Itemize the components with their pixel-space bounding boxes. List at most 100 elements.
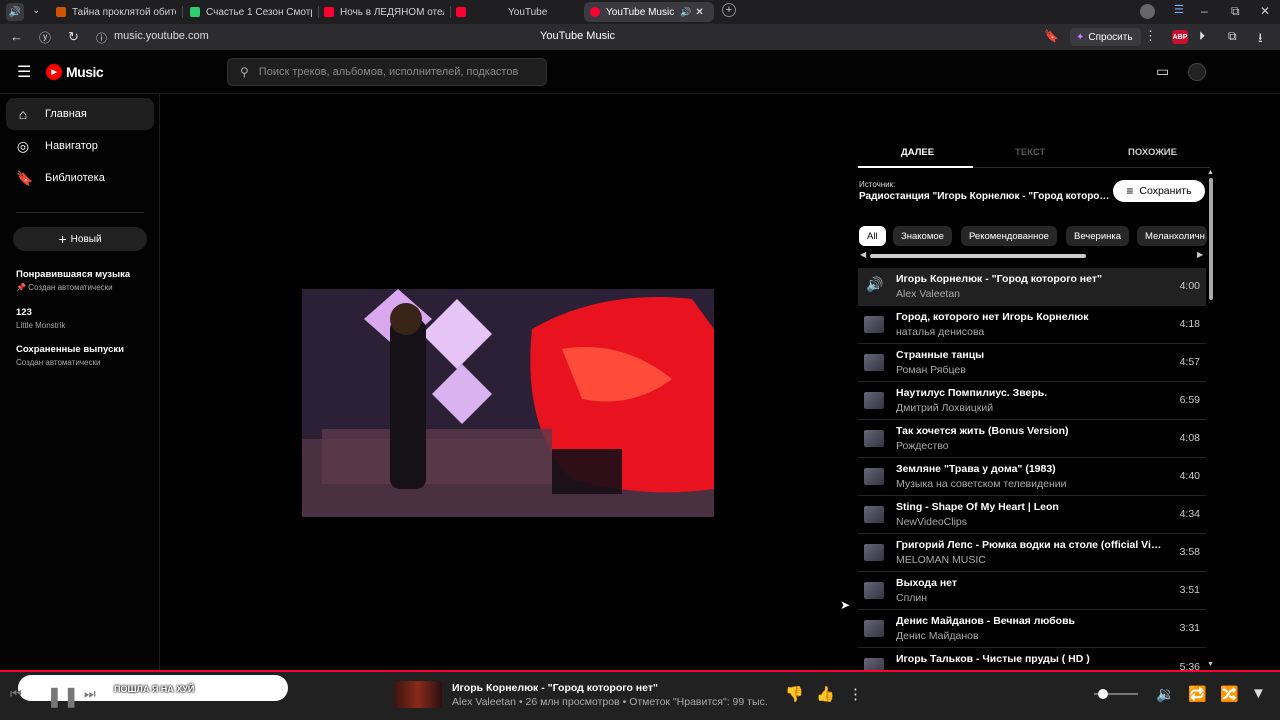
queue-row-duration: 4:34 (1179, 508, 1200, 520)
queue-row-artist: MELOMAN MUSIC (896, 554, 986, 566)
chip-familiar[interactable]: Знакомое (893, 226, 952, 246)
chip-recommended[interactable]: Рекомендованное (961, 226, 1057, 246)
download-icon[interactable]: ⭳ (1258, 29, 1263, 51)
chips-scrollbar[interactable] (870, 254, 1086, 258)
sidebar: ⌂ Главная ◎ Навигатор 🔖 Библиотека + Нов… (0, 94, 160, 670)
bookmarks-icon[interactable]: ☰ (1174, 3, 1184, 16)
queue-row[interactable]: Григорий Лепс - Рюмка водки на столе (of… (858, 534, 1206, 572)
expand-player-icon[interactable]: ▼ (1251, 685, 1266, 702)
account-avatar[interactable] (1188, 63, 1206, 81)
media-icon[interactable]: ⏵ (1199, 29, 1205, 44)
more-icon[interactable]: ⋮ (1144, 28, 1157, 44)
save-button[interactable]: ≡ Сохранить (1113, 180, 1205, 202)
queue-row[interactable]: Так хочется жить (Bonus Version) Рождест… (858, 420, 1206, 458)
playlist-item[interactable]: Понравившаяся музыка 📌 Создан автоматиче… (16, 269, 151, 292)
sidebar-item-home[interactable]: ⌂ Главная (6, 98, 154, 130)
current-track-title[interactable]: Игорь Корнелюк - "Город которого нет" (452, 682, 658, 694)
queue-row[interactable]: Sting - Shape Of My Heart | Leon NewVide… (858, 496, 1206, 534)
url-field[interactable]: music.youtube.com (114, 30, 209, 42)
playlist-item[interactable]: 123 Little Monstrik (16, 307, 151, 330)
queue-row-title: Игорь Тальков - Чистые пруды ( HD ) (896, 653, 1090, 665)
volume-icon[interactable]: 🔉 (1156, 685, 1175, 703)
video-player[interactable] (302, 289, 714, 517)
scroll-down-icon[interactable]: ▼ (1207, 661, 1214, 668)
queue-row[interactable]: Выхода нет Сплин 3:51 (858, 572, 1206, 610)
reload-icon[interactable]: ↻ (68, 29, 79, 45)
sidebar-item-library[interactable]: 🔖 Библиотека (6, 162, 154, 194)
extensions-icon[interactable]: ⧉ (1228, 29, 1237, 44)
ask-button[interactable]: ✦ Спросить (1070, 28, 1141, 46)
like-icon[interactable]: 👍 (816, 685, 835, 703)
queue-row[interactable]: Игорь Тальков - Чистые пруды ( HD ) 5:36 (858, 648, 1206, 670)
scroll-left-icon[interactable]: ◀ (860, 250, 866, 259)
queue-row[interactable]: Денис Майданов - Вечная любовь Денис Май… (858, 610, 1206, 648)
queue-row-duration: 6:59 (1179, 394, 1200, 406)
browser-tab-2[interactable]: Счастье 1 Сезон Смотре (190, 2, 312, 22)
profile-avatar[interactable] (1140, 4, 1155, 19)
queue-scrollbar[interactable] (1209, 178, 1213, 300)
pause-icon[interactable]: ❚❚ (46, 684, 80, 709)
browser-tab-3[interactable]: Ночь в ЛЕДЯНОМ отеле (324, 2, 444, 22)
queue-row-thumbnail (864, 354, 884, 371)
yandex-icon[interactable]: ⓨ (39, 29, 51, 46)
queue-row-thumbnail (864, 316, 884, 333)
previous-track-icon[interactable]: ⏮ (10, 686, 22, 702)
queue-row[interactable]: Наутилус Помпилиус. Зверь. Дмитрий Лохви… (858, 382, 1206, 420)
restore-icon[interactable]: ⧉ (1231, 4, 1240, 19)
queue-row[interactable]: Земляне "Трава у дома" (1983) Музыка на … (858, 458, 1206, 496)
tab-lyrics[interactable]: ТЕКСТ (1015, 147, 1045, 158)
tab-divider (182, 6, 183, 18)
browser-menu-icon[interactable]: 🔊 (6, 3, 24, 21)
next-track-icon[interactable]: ⏭ (84, 686, 96, 702)
bookmark-icon[interactable]: 🔖 (1044, 29, 1059, 43)
playlist-title: 123 (16, 307, 32, 318)
queue-row-duration: 4:18 (1179, 318, 1200, 330)
hamburger-menu-icon[interactable]: ☰ (17, 62, 31, 82)
site-info-icon[interactable]: ⓘ (96, 30, 107, 46)
search-box[interactable]: ⚲ (227, 58, 547, 86)
tab-divider (450, 6, 451, 18)
chip-all[interactable]: All (859, 226, 886, 246)
tab-up-next[interactable]: ДАЛЕЕ (901, 147, 934, 158)
queue-row-artist: Музыка на советском телевидении (896, 478, 1067, 490)
cast-icon[interactable]: ▭ (1156, 63, 1169, 80)
queue-row[interactable]: Город, которого нет Игорь Корнелюк натал… (858, 306, 1206, 344)
volume-knob[interactable] (1097, 689, 1108, 699)
scroll-up-icon[interactable]: ▲ (1207, 169, 1214, 176)
queue-row[interactable]: Странные танцы Роман Рябцев 4:57 (858, 344, 1206, 382)
browser-tab-1[interactable]: Тайна проклятой обител (56, 2, 176, 22)
dislike-icon[interactable]: 👎 (785, 685, 804, 703)
new-tab-icon[interactable]: + (722, 3, 736, 17)
queue-row-artist: Роман Рябцев (896, 364, 966, 376)
new-playlist-button[interactable]: + Новый (13, 227, 147, 251)
repeat-icon[interactable]: 🔁 (1188, 685, 1207, 703)
shuffle-icon[interactable]: 🔀 (1220, 685, 1239, 703)
close-window-icon[interactable]: ✕ (1260, 4, 1270, 18)
queue-row[interactable]: 🔊 Игорь Корнелюк - "Город которого нет" … (858, 268, 1206, 306)
more-options-icon[interactable]: ⋮ (848, 685, 863, 703)
adblock-icon[interactable]: ABP (1172, 30, 1188, 44)
ytm-logo[interactable]: ▶ Music (46, 64, 104, 80)
compass-icon: ◎ (16, 137, 30, 154)
queue-row-thumbnail (864, 506, 884, 523)
tab-audio-icon[interactable]: 🔊 (680, 7, 691, 18)
back-icon[interactable]: ← (10, 29, 23, 44)
playlist-item[interactable]: Сохраненные выпуски Создан автоматически (16, 344, 151, 367)
chip-party[interactable]: Вечеринка (1066, 226, 1130, 246)
browser-tab-4[interactable]: YouTube (456, 2, 576, 22)
scroll-right-icon[interactable]: ▶ (1197, 250, 1203, 259)
browser-tab-5[interactable]: YouTube Music 🔊 ✕ (584, 2, 714, 22)
current-track-thumbnail[interactable] (394, 681, 442, 708)
minimize-icon[interactable]: – (1201, 4, 1208, 18)
library-icon: 🔖 (16, 169, 34, 186)
tab-favicon (324, 7, 334, 17)
logo-text: Music (66, 64, 104, 80)
tab-close-icon[interactable]: ✕ (695, 7, 703, 18)
search-input[interactable] (258, 66, 519, 78)
queue-row-duration: 5:36 (1179, 661, 1200, 670)
sidebar-item-explore[interactable]: ◎ Навигатор (6, 130, 154, 162)
tab-related[interactable]: ПОХОЖИЕ (1128, 147, 1177, 158)
mouse-cursor-icon: ➤ (840, 598, 851, 612)
chip-melancholic[interactable]: Меланхоличн (1137, 226, 1207, 246)
tabs-dropdown-icon[interactable]: ⌄ (32, 5, 40, 16)
